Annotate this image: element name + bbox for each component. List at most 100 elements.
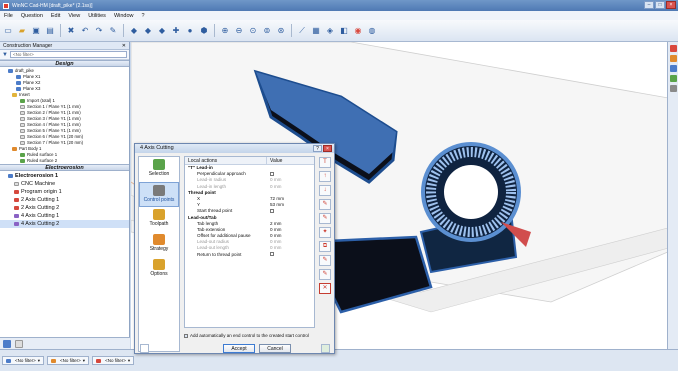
filter-tab-2[interactable]: <No filter> ▾ [47,356,90,365]
zoom-in-icon[interactable]: ⊕ [219,25,231,37]
nav-control-points[interactable]: Control points [139,182,179,207]
panel-close-icon[interactable]: ✕ [122,42,126,49]
tree-tab-icon[interactable] [3,339,11,348]
layer-icon[interactable] [669,65,677,72]
nav-selection[interactable]: Selection [139,157,179,182]
filter-icon[interactable]: ▼ [2,52,8,58]
move-up-icon[interactable]: ◆ [156,25,168,37]
filter-tab-1[interactable]: <No filter> ▾ [2,356,45,365]
minimize-button[interactable]: – [644,1,654,9]
checkbox[interactable] [270,209,274,214]
rotate-icon[interactable]: ● [184,25,196,37]
plane-icon [16,87,21,91]
close-button[interactable]: × [666,1,676,9]
tree-item-4-axis-cutting-2[interactable]: 4 Axis Cutting 2 [0,220,129,228]
check-icon[interactable] [669,75,677,82]
menu-edit[interactable]: Edit [51,13,60,19]
zoom-all-icon[interactable]: ⊛ [275,25,287,37]
status-bar: <No filter> ▾ <No filter> ▾ <No filter> ▾ [0,349,678,371]
section-icon [20,129,25,133]
property-rows: "T" Lead-in Perpendicular approach Lead-in… [185,165,314,258]
move-all-icon[interactable]: ✚ [170,25,182,37]
accept-button[interactable]: Accept [223,344,255,353]
dialog-info-icon[interactable] [140,344,149,353]
cutting-icon [14,198,19,202]
auto-end-checkbox[interactable] [184,334,188,338]
move-left-icon[interactable]: ◆ [128,25,140,37]
redo-icon[interactable]: ↷ [93,25,105,37]
filter-input[interactable]: <No filter> [9,51,127,58]
shade-icon[interactable]: ◍ [366,25,378,37]
cutting-icon [14,206,19,210]
layers-tab-icon[interactable] [15,339,23,348]
control-points-icon [153,185,165,196]
render-icon[interactable]: ◉ [352,25,364,37]
tree-item-2-axis-cutting-2[interactable]: 2 Axis Cutting 2 [0,204,129,212]
settings-icon[interactable] [669,85,677,92]
tool-icon[interactable] [669,55,677,62]
tree-item-cnc-machine[interactable]: CNC Machine [0,180,129,188]
measure-icon[interactable]: ◈ [324,25,336,37]
property-checkbox[interactable] [267,252,314,258]
filter-icon [6,358,11,363]
delete-icon[interactable]: ✖ [65,25,77,37]
move-up-icon[interactable]: ↑ [319,171,331,182]
dialog-preview-icon[interactable] [321,344,330,353]
grid-icon[interactable]: ▦ [310,25,322,37]
property-name: Return to thread point [197,251,242,257]
checkbox[interactable] [270,171,274,176]
pause-icon[interactable]: ✎ [319,255,331,266]
zoom-window-icon[interactable]: ⊙ [247,25,259,37]
help-button[interactable]: ? [313,145,322,152]
tree-item-2-axis-cutting-1[interactable]: 2 Axis Cutting 1 [0,196,129,204]
edit-point-icon[interactable]: ✎ [319,213,331,224]
dropdown-arrow-icon: ▾ [37,357,41,363]
nav-strategy[interactable]: Strategy [139,232,179,257]
undo-icon[interactable]: ↶ [79,25,91,37]
menu-window[interactable]: Window [114,13,134,19]
property-row[interactable]: Return to thread point [185,252,314,258]
menu-utilities[interactable]: Utilities [88,13,106,19]
open-folder-icon[interactable]: ▰ [16,25,28,37]
checkbox[interactable] [270,252,274,257]
main-toolbar: ▭ ▰ ▣ ▤ ✖ ↶ ↷ ✎ ◆ ◆ ◆ ✚ ● ⬢ ⊕ ⊖ ⊙ ⊚ ⊛ ⟋ … [0,20,678,42]
copy-icon[interactable]: ⧉ [319,241,331,252]
move-right-icon[interactable]: ◆ [142,25,154,37]
nav-toolpath[interactable]: Toolpath [139,207,179,232]
view-cube-icon[interactable]: ◧ [338,25,350,37]
surface-icon [20,153,25,157]
maximize-button[interactable]: □ [655,1,665,9]
edit-icon[interactable]: ✎ [319,199,331,210]
dimension-icon[interactable]: ⟋ [296,25,308,37]
filter-tab-3[interactable]: <No filter> ▾ [92,356,135,365]
folder-icon [12,93,17,97]
auto-end-control-option[interactable]: Add automatically an end control to the … [184,332,324,340]
print-icon[interactable]: ▤ [44,25,56,37]
menu-help[interactable]: ? [142,13,145,19]
options-icon [153,259,165,270]
tree-item-program-origin[interactable]: Program origin 1 [0,188,129,196]
menu-question[interactable]: Question [21,13,43,19]
strategy-icon [153,234,165,245]
dialog-close-button[interactable]: × [323,145,332,152]
sphere-icon[interactable]: ⬢ [198,25,210,37]
new-file-icon[interactable]: ▭ [2,25,14,37]
pencil-icon[interactable]: ✎ [107,25,119,37]
zoom-fit-icon[interactable]: ⊚ [261,25,273,37]
pick-point-icon[interactable]: ✦ [319,227,331,238]
tree-item-electroerosion[interactable]: Electroerosion 1 [0,172,129,180]
4-axis-cutting-dialog: 4 Axis Cutting ? × Selection Control poi… [134,143,335,354]
add-control-icon[interactable]: T [319,157,331,168]
tree-item-4-axis-cutting-1[interactable]: 4 Axis Cutting 1 [0,212,129,220]
save-icon[interactable]: ▣ [30,25,42,37]
section-icon [20,105,25,109]
cancel-button[interactable]: Cancel [259,344,291,353]
nav-options[interactable]: Options [139,257,179,282]
menu-view[interactable]: View [68,13,80,19]
delete-icon[interactable]: ✕ [319,283,331,294]
close-view-icon[interactable] [669,45,677,52]
paste-icon[interactable]: ✎ [319,269,331,280]
zoom-out-icon[interactable]: ⊖ [233,25,245,37]
move-down-icon[interactable]: ↓ [319,185,331,196]
menu-file[interactable]: File [4,13,13,19]
